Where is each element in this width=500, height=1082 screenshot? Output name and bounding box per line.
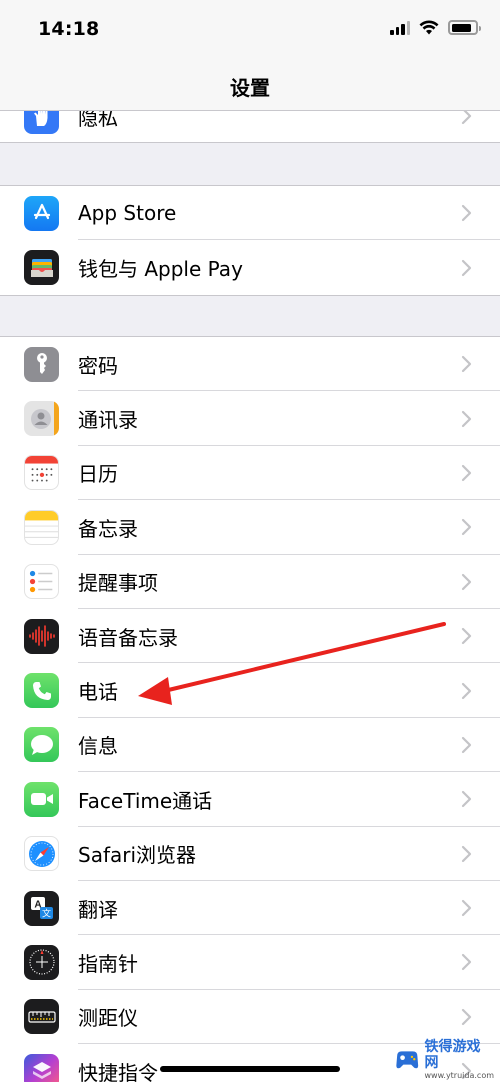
settings-row-label: 信息	[78, 734, 118, 759]
chevron-right-icon	[461, 954, 472, 971]
settings-group-store: App Store 钱包与 Apple Pay	[0, 185, 500, 296]
settings-row-notes[interactable]: 备忘录	[0, 500, 500, 555]
settings-row-label: 快捷指令	[78, 1060, 158, 1082]
settings-row-label: 备忘录	[78, 516, 138, 541]
chevron-right-icon	[461, 356, 472, 373]
calendar-icon	[24, 455, 59, 491]
messages-icon	[24, 727, 59, 763]
navigation-bar: 设置	[0, 58, 500, 111]
settings-row-label: 密码	[78, 353, 118, 378]
wallet-icon	[24, 250, 59, 286]
watermark-url: www.ytruida.com	[424, 1071, 495, 1080]
hand-icon	[24, 111, 59, 134]
chevron-right-icon	[461, 573, 472, 590]
chevron-right-icon	[461, 682, 472, 699]
settings-row-privacy[interactable]: 隐私	[0, 111, 500, 142]
settings-row-label: 测距仪	[78, 1006, 138, 1031]
home-indicator	[160, 1066, 340, 1072]
battery-icon	[448, 20, 481, 35]
cellular-signal-icon	[390, 20, 410, 35]
settings-row-phone[interactable]: 电话	[0, 663, 500, 718]
settings-row-label: Safari浏览器	[78, 843, 197, 868]
app-store-icon	[24, 195, 59, 231]
settings-row-calendar[interactable]: 日历	[0, 446, 500, 501]
chevron-right-icon	[461, 845, 472, 862]
safari-icon	[24, 836, 59, 872]
phone-icon	[24, 673, 59, 709]
measure-icon	[24, 999, 59, 1035]
chevron-right-icon	[461, 111, 472, 125]
gamepad-logo-icon	[396, 1051, 419, 1069]
key-icon	[24, 346, 59, 382]
chevron-right-icon	[461, 899, 472, 917]
settings-row-label: 提醒事项	[78, 571, 158, 596]
settings-row-contacts[interactable]: 通讯录	[0, 391, 500, 446]
chevron-right-icon	[461, 410, 472, 427]
watermark-name: 铁得游戏网	[424, 1039, 481, 1071]
battery-fill	[451, 23, 472, 32]
chevron-right-icon	[461, 791, 472, 808]
site-watermark: 铁得游戏网 www.ytruida.com	[394, 1039, 495, 1080]
page-title: 设置	[230, 76, 270, 100]
settings-row-compass[interactable]: 指南针	[0, 935, 500, 990]
settings-row-label: FaceTime通话	[78, 788, 213, 813]
chevron-right-icon	[461, 1008, 472, 1025]
settings-row-safari[interactable]: Safari浏览器	[0, 827, 500, 881]
svg-text:文: 文	[41, 908, 50, 920]
settings-row-messages[interactable]: 信息	[0, 718, 500, 773]
facetime-icon	[24, 781, 59, 817]
translate-icon: A文	[24, 890, 59, 926]
settings-row-label: 日历	[78, 462, 118, 487]
settings-row-facetime[interactable]: FaceTime通话	[0, 772, 500, 827]
settings-row-passwords[interactable]: 密码	[0, 337, 500, 392]
chevron-right-icon	[461, 259, 472, 276]
settings-row-wallet[interactable]: 钱包与 Apple Pay	[0, 240, 500, 294]
settings-row-label: 翻译	[78, 897, 118, 922]
settings-row-label: 通讯录	[78, 408, 138, 433]
contacts-icon	[24, 401, 59, 437]
notes-icon	[24, 509, 59, 545]
chevron-right-icon	[461, 464, 472, 482]
settings-row-reminders[interactable]: 提醒事项	[0, 555, 500, 609]
chevron-right-icon	[461, 519, 472, 536]
chevron-right-icon	[461, 205, 472, 222]
settings-row-label: 隐私	[78, 111, 118, 130]
settings-row-translate[interactable]: A文 翻译	[0, 881, 500, 936]
settings-group-apps: 密码 通讯录 日历 备忘录 提醒事项 语音备忘录 电话 信息 FaceTime通…	[0, 336, 500, 1082]
settings-row-app-store[interactable]: App Store	[0, 186, 500, 241]
settings-row-label: 电话	[78, 680, 118, 705]
settings-group-privacy: 隐私	[0, 111, 500, 143]
settings-row-label: App Store	[78, 201, 177, 226]
settings-row-label: 语音备忘录	[78, 625, 178, 650]
settings-row-label: 钱包与 Apple Pay	[78, 257, 243, 282]
status-time: 14:18	[38, 18, 100, 40]
chevron-right-icon	[461, 736, 472, 754]
compass-icon	[24, 944, 59, 980]
settings-row-voice-memos[interactable]: 语音备忘录	[0, 609, 500, 664]
status-bar: 14:18	[0, 0, 500, 58]
voice-memos-icon	[24, 618, 59, 654]
wifi-icon	[419, 20, 439, 35]
reminders-icon	[24, 564, 59, 600]
shortcuts-icon	[24, 1053, 59, 1082]
settings-row-label: 指南针	[78, 951, 138, 976]
settings-row-measure[interactable]: 测距仪	[0, 990, 500, 1045]
status-icons	[390, 20, 481, 35]
chevron-right-icon	[461, 628, 472, 645]
